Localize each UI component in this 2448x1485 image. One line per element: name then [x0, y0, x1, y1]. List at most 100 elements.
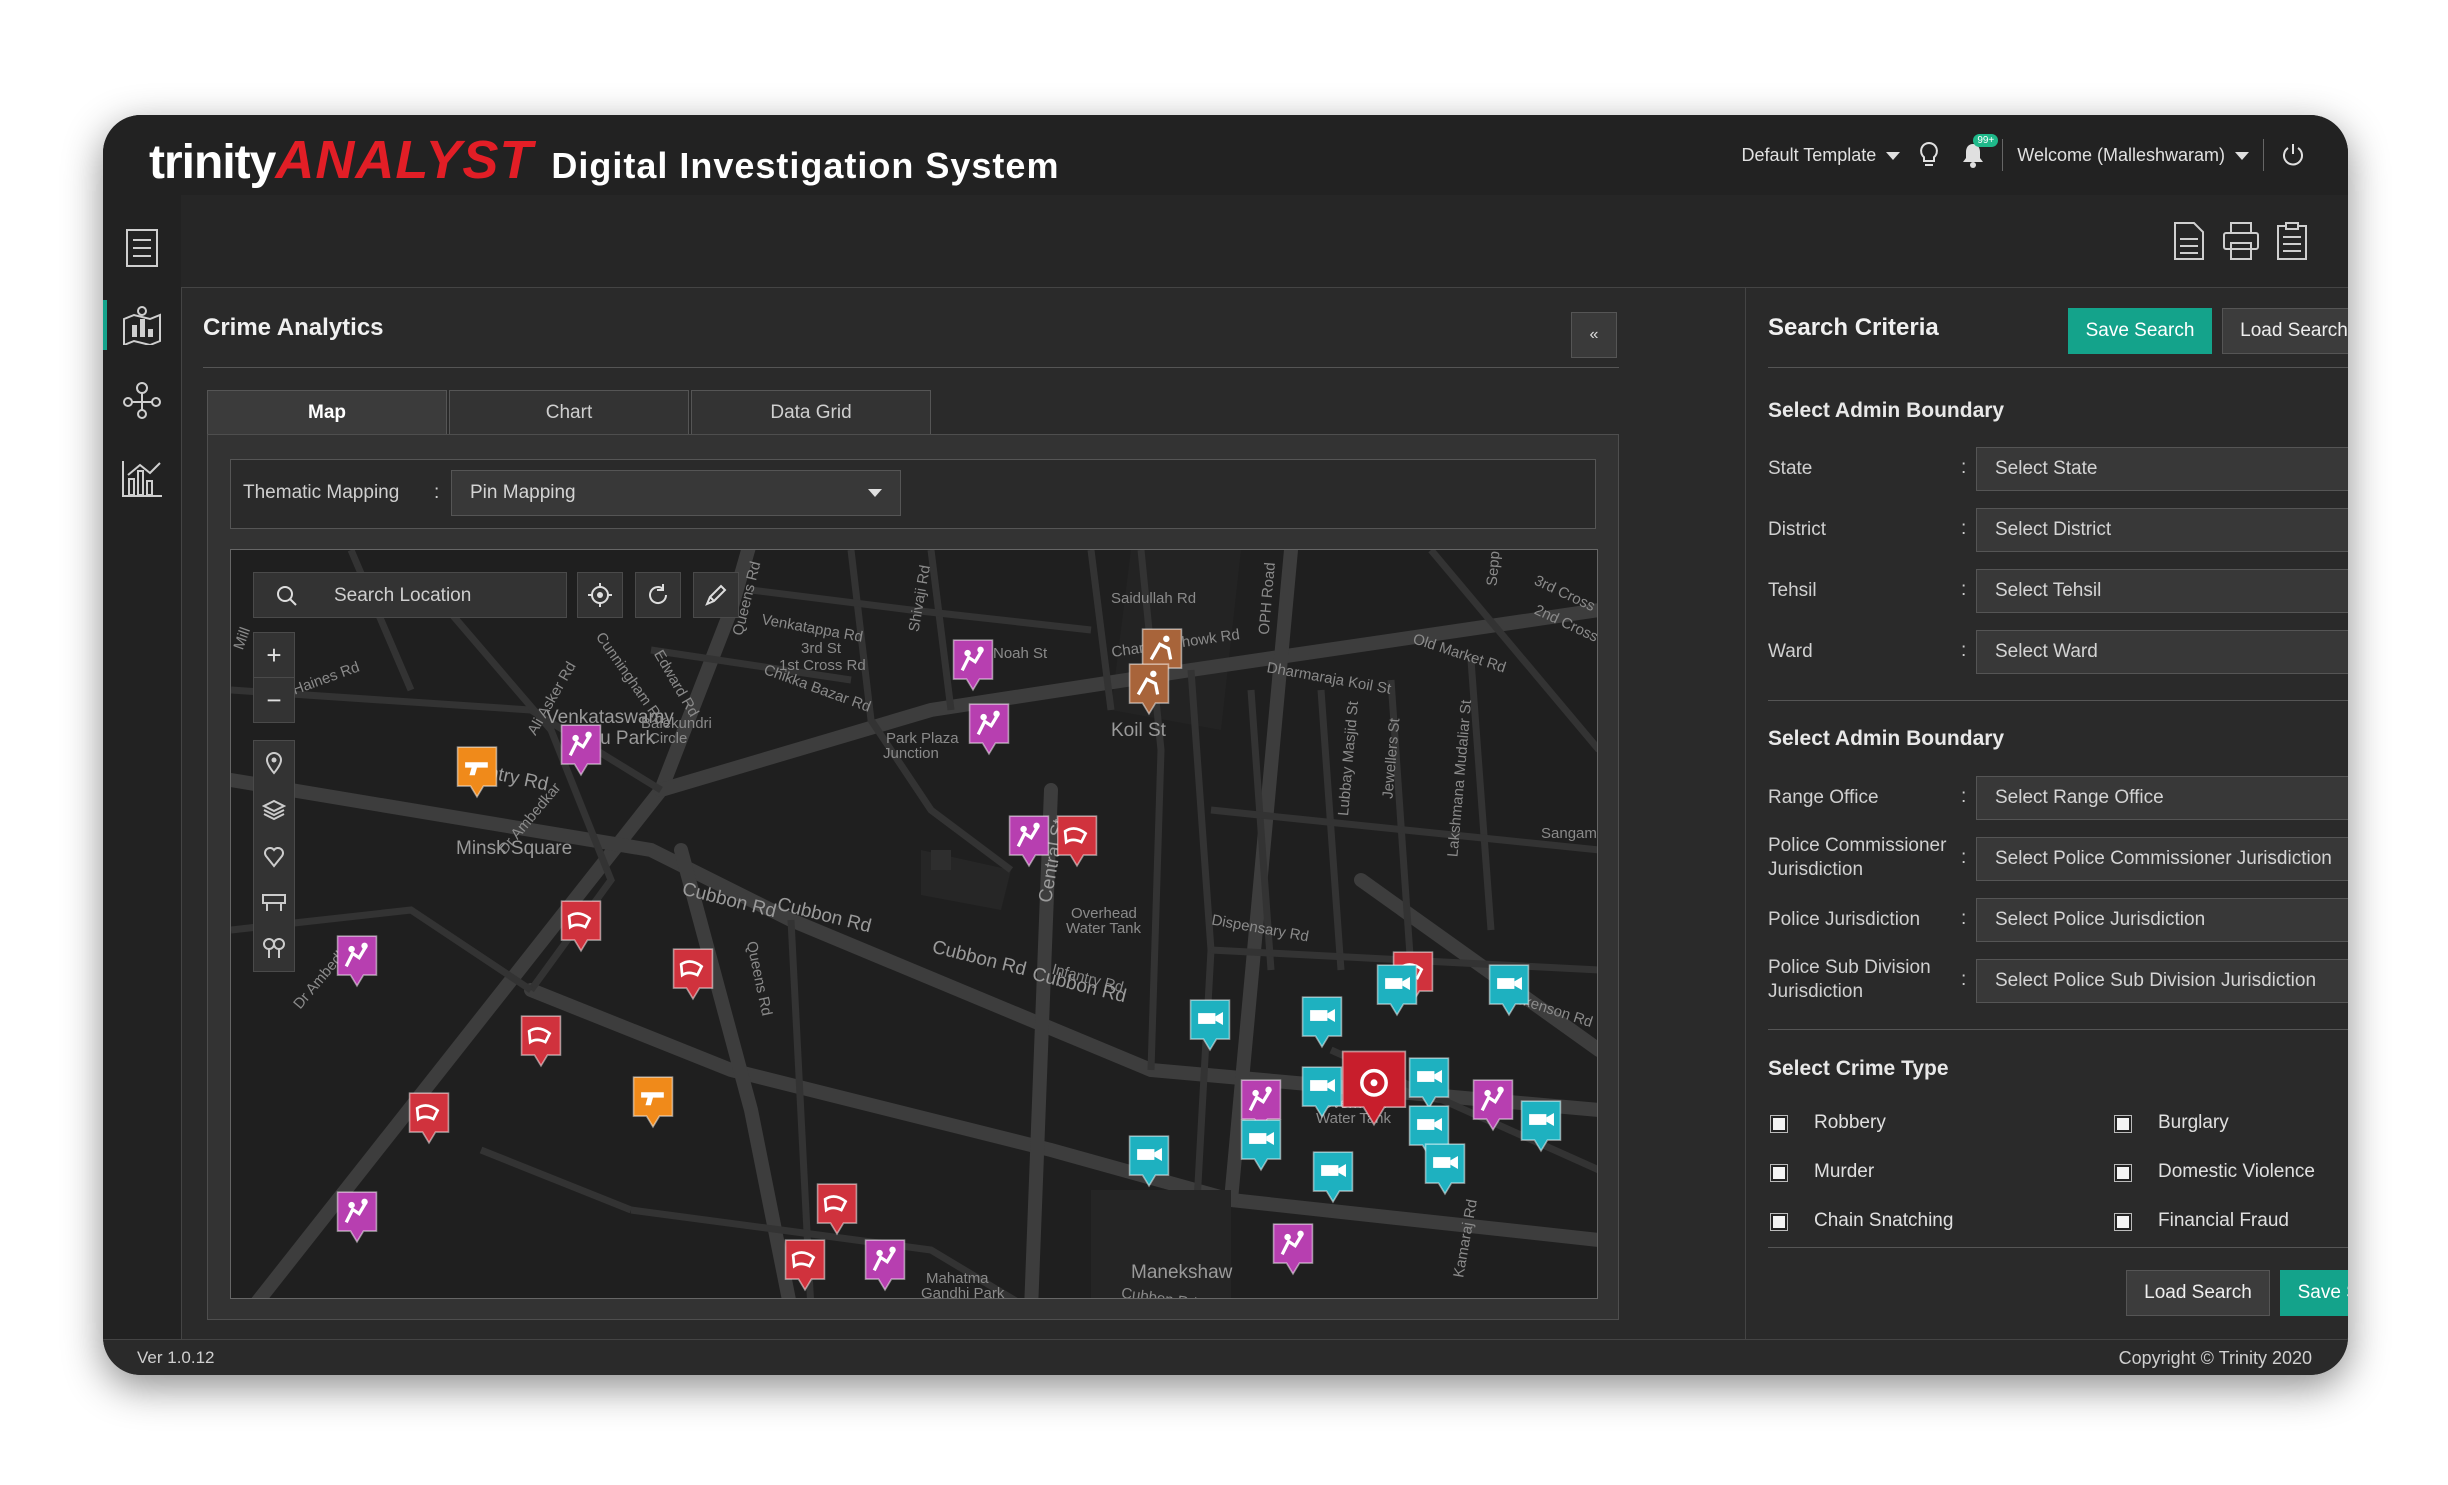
cctv-pin-icon[interactable] — [1375, 963, 1419, 1017]
crime-map[interactable]: Venkataswamy Naidu Park Minsk Square Man… — [230, 549, 1598, 1299]
police-commissioner-jurisdiction-select[interactable]: Select Police Commissioner Jurisdiction — [1976, 837, 2348, 881]
sidebar-item-reports[interactable] — [103, 448, 181, 510]
barrier-icon — [262, 894, 286, 911]
theft-pin-icon[interactable] — [407, 1091, 451, 1145]
shooting-pin-icon[interactable] — [455, 745, 499, 799]
search-location-field[interactable]: Search Location — [253, 572, 567, 618]
theft-pin-icon[interactable] — [783, 1238, 827, 1292]
thematic-mapping-select[interactable]: Pin Mapping — [451, 470, 901, 516]
police-jurisdiction-select[interactable]: Select Police Jurisdiction — [1976, 898, 2348, 942]
cctv-pin-icon[interactable] — [1487, 963, 1531, 1017]
barrier-tool[interactable] — [254, 879, 294, 925]
theft-pin-icon[interactable] — [671, 947, 715, 1001]
assault-pin-icon[interactable] — [1271, 1222, 1315, 1276]
draw-tool-button[interactable] — [693, 572, 739, 618]
theft-pin-icon[interactable] — [815, 1182, 859, 1236]
range-office-select[interactable]: Select Range Office — [1976, 776, 2348, 820]
cctv-pin-icon[interactable] — [1423, 1142, 1467, 1196]
district-select[interactable]: Select District — [1976, 508, 2348, 552]
save-search-button-top[interactable]: Save Search — [2068, 308, 2212, 354]
zoom-in-button[interactable]: + — [254, 633, 294, 677]
colon: : — [1961, 969, 1967, 990]
assault-pin-icon[interactable] — [1007, 814, 1051, 868]
document-icon[interactable] — [2172, 221, 2206, 261]
colon: : — [1961, 786, 1967, 807]
pcj-select-value: Select Police Commissioner Jurisdiction — [1995, 848, 2332, 869]
toolbar-actions — [2172, 221, 2308, 261]
state-select[interactable]: Select State — [1976, 447, 2348, 491]
layers-tool[interactable] — [254, 787, 294, 833]
template-dropdown[interactable]: Default Template — [1742, 145, 1901, 166]
heatmap-tool[interactable] — [254, 833, 294, 879]
search-icon — [277, 586, 297, 606]
cctv-pin-icon[interactable] — [1239, 1118, 1283, 1172]
logo-analyst: ANALYST — [275, 130, 534, 190]
colon: : — [1961, 579, 1967, 600]
ward-select-value: Select Ward — [1995, 641, 2098, 662]
police-sub-division-select[interactable]: Select Police Sub Division Jurisdiction — [1976, 959, 2348, 1003]
label-line: Jurisdiction — [1768, 859, 1864, 880]
assault-pin-icon[interactable] — [1471, 1078, 1515, 1132]
cctv-pin-icon[interactable] — [1188, 998, 1232, 1052]
checkbox-financial-fraud[interactable] — [2115, 1214, 2131, 1230]
notification-bell-icon[interactable]: 99+ — [1958, 134, 1999, 170]
tab-chart[interactable]: Chart — [449, 390, 689, 434]
thematic-mapping-bar: Thematic Mapping : Pin Mapping — [230, 459, 1596, 529]
map-tools — [253, 740, 295, 972]
assault-pin-icon[interactable] — [559, 723, 603, 777]
search-criteria-panel: Search Criteria Save Search Load Search … — [1745, 287, 2348, 1340]
checkbox-chain-snatching[interactable] — [1771, 1214, 1787, 1230]
thematic-mapping-colon: : — [434, 482, 440, 503]
sidebar-item-tasks[interactable] — [103, 217, 181, 279]
ward-label: Ward — [1768, 641, 1813, 662]
ward-select[interactable]: Select Ward — [1976, 630, 2348, 674]
assault-pin-icon[interactable] — [335, 1190, 379, 1244]
cctv-pin-icon[interactable] — [1407, 1056, 1451, 1110]
clipboard-icon[interactable] — [2276, 221, 2308, 261]
collapse-left-button[interactable]: « — [1571, 312, 1617, 358]
construction-pin-icon[interactable] — [1127, 662, 1171, 716]
load-search-button[interactable]: Load Search — [2126, 1270, 2270, 1316]
cctv-pin-icon[interactable] — [1519, 1099, 1563, 1153]
power-icon[interactable] — [2278, 140, 2308, 170]
assault-pin-icon[interactable] — [951, 638, 995, 692]
divider — [1768, 700, 2348, 701]
zoom-out-button[interactable]: − — [254, 677, 294, 722]
shooting-pin-icon[interactable] — [631, 1075, 675, 1129]
sidebar-item-network[interactable] — [103, 371, 181, 433]
search-location-input[interactable]: Search Location — [334, 585, 471, 607]
assault-pin-icon[interactable] — [335, 934, 379, 988]
assault-pin-icon[interactable] — [863, 1238, 907, 1292]
checkbox-robbery[interactable] — [1771, 1116, 1787, 1132]
police-sub-division-label: Police Sub Division Jurisdiction — [1768, 956, 1931, 1004]
load-search-button-top[interactable]: Load Search — [2222, 308, 2348, 354]
user-menu[interactable]: Welcome (Malleshwaram) — [2017, 145, 2249, 166]
multi-pin-tool[interactable] — [254, 925, 294, 971]
map-pin-tool[interactable] — [254, 741, 294, 787]
hotspot-pin-icon[interactable] — [1339, 1048, 1409, 1128]
checkbox-murder[interactable] — [1771, 1165, 1787, 1181]
theft-pin-icon[interactable] — [559, 899, 603, 953]
locate-button[interactable] — [577, 572, 623, 618]
save-search-button[interactable]: Save Search — [2280, 1270, 2348, 1316]
district-label: District — [1768, 519, 1827, 540]
tab-data-grid[interactable]: Data Grid — [691, 390, 931, 434]
lightbulb-icon[interactable] — [1914, 140, 1944, 170]
sidebar-item-map-analytics[interactable] — [103, 294, 181, 356]
colon: : — [1961, 640, 1967, 661]
tab-map[interactable]: Map — [207, 390, 447, 434]
print-icon[interactable] — [2222, 221, 2260, 261]
cctv-pin-icon[interactable] — [1311, 1150, 1355, 1204]
theft-pin-icon[interactable] — [1055, 814, 1099, 868]
assault-pin-icon[interactable] — [967, 702, 1011, 756]
chevron-down-icon — [2235, 151, 2249, 160]
checkbox-burglary[interactable] — [2115, 1116, 2131, 1132]
cctv-pin-icon[interactable] — [1300, 1065, 1344, 1119]
cctv-pin-icon[interactable] — [1127, 1134, 1171, 1188]
theft-pin-icon[interactable] — [519, 1014, 563, 1068]
checkbox-domestic-violence[interactable] — [2115, 1165, 2131, 1181]
refresh-map-button[interactable] — [635, 572, 681, 618]
tehsil-select[interactable]: Select Tehsil — [1976, 569, 2348, 613]
cctv-pin-icon[interactable] — [1300, 995, 1344, 1049]
checkbox-label: Burglary — [2158, 1112, 2229, 1133]
